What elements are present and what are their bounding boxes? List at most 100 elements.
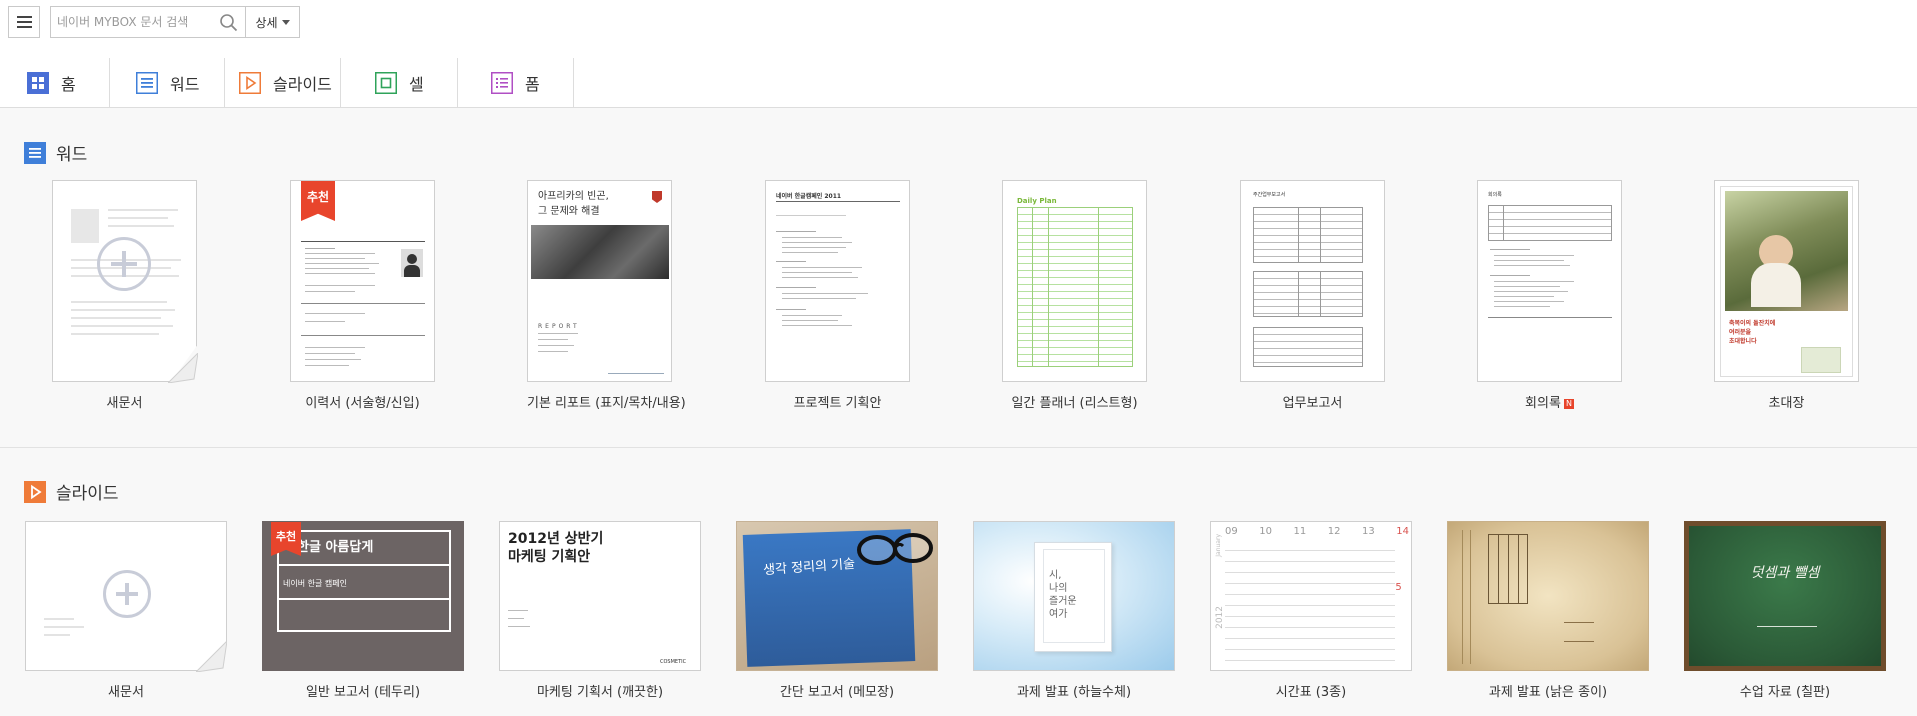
slide-template-sky[interactable]: 시, 나의 즐거운 여가 과제 발표 (하늘수체): [973, 521, 1175, 711]
template-label: 마케팅 기획서 (깨끗한): [536, 685, 664, 700]
tab-slide[interactable]: 슬라이드: [225, 58, 341, 107]
tab-form[interactable]: 폼: [458, 58, 574, 107]
template-label: 기본 리포트 (표지/목차/내용): [527, 396, 686, 411]
slide-template-report-border[interactable]: 한글 아름답게 네이버 한글 캠페인 추천 일반 보고서 (테두리): [262, 521, 464, 711]
search-input[interactable]: [57, 7, 207, 37]
report-table: [1253, 271, 1363, 317]
play-icon: [239, 71, 261, 94]
tab-label: 워드: [170, 74, 200, 94]
tab-label: 슬라이드: [273, 74, 332, 94]
document-icon: [136, 71, 158, 94]
plus-icon: [97, 237, 151, 291]
tab-label: 홈: [61, 74, 76, 94]
section-divider: [0, 447, 1917, 448]
menu-icon: [16, 16, 32, 18]
template-label: 이력서 (서술형/신입): [305, 396, 420, 411]
slide-template-chalkboard[interactable]: 덧셈과 뺄셈 수업 자료 (칠판): [1684, 521, 1886, 711]
word-template-invitation[interactable]: 축복이의 돌잔치에 여러분을 초대합니다 초대장: [1714, 180, 1859, 411]
thumb-title: 축복이의 돌잔치에 여러분을 초대합니다: [1729, 320, 1776, 345]
page-curl-icon: [196, 641, 227, 672]
template-label: 새문서: [108, 685, 144, 700]
thumb-title: 시, 나의 즐거운 여가: [1049, 570, 1077, 620]
plus-icon: [103, 570, 151, 618]
word-template-daily-planner[interactable]: Daily Plan 일간 플래너 (리스트형): [1002, 180, 1147, 411]
search-box: [50, 6, 246, 38]
hamburger-menu-button[interactable]: [8, 6, 40, 38]
minutes-table: [1488, 205, 1612, 241]
map-thumb: [1801, 347, 1841, 373]
word-template-new[interactable]: 새문서: [52, 180, 198, 411]
document-icon: [24, 141, 46, 164]
word-template-business-report[interactable]: 주간업무보고서 업무보고서: [1240, 180, 1385, 411]
thumb-subtitle: REPORT: [538, 323, 580, 330]
grid-icon: [27, 71, 49, 94]
top-bar: 상세: [0, 0, 1917, 44]
category-tabs: 홈 워드 슬라이드 셀 폼: [0, 58, 1917, 108]
slide-template-memo[interactable]: 생각 정리의 기술 간단 보고서 (메모장): [736, 521, 938, 711]
template-gallery: 워드 새문서 추천 이력서 (서술형/신입) 아프리카의 빈곤, 그 문제와 해…: [0, 108, 1917, 716]
slide-section-title: 슬라이드: [24, 479, 119, 504]
search-icon[interactable]: [219, 13, 239, 33]
template-label: 프로젝트 기획안: [793, 396, 882, 411]
tab-home[interactable]: 홈: [0, 58, 110, 107]
chevron-down-icon: [281, 19, 290, 25]
profile-photo: [401, 249, 423, 277]
tab-word[interactable]: 워드: [110, 58, 225, 107]
template-thumbnail: [52, 180, 197, 382]
slide-template-old-paper[interactable]: 과제 발표 (낡은 종이): [1447, 521, 1649, 711]
template-label: 간단 보고서 (메모장): [779, 685, 895, 700]
thumb-title: Daily Plan: [1017, 197, 1057, 205]
template-label: 과제 발표 (낡은 종이): [1488, 685, 1608, 700]
day-header: 09 10 11 12 13 14: [1225, 526, 1409, 537]
template-thumbnail: January 2012 09 10 11 12 13 14 15: [1210, 521, 1412, 671]
template-label: 새문서: [106, 396, 143, 411]
template-thumbnail: 2012년 상반기 마케팅 기획안 COSMETIC: [499, 521, 701, 671]
template-thumbnail: 생각 정리의 기술: [736, 521, 938, 671]
planner-grid: [1017, 207, 1133, 367]
template-label: 수업 자료 (칠판): [1739, 685, 1831, 700]
thumb-title: 덧셈과 뺄셈: [1750, 565, 1820, 581]
detail-label: 상세: [255, 15, 278, 30]
template-thumbnail: 회의록: [1477, 180, 1622, 382]
new-badge: N: [1563, 398, 1574, 409]
photo-placeholder: [71, 209, 99, 243]
template-thumbnail: 한글 아름답게 네이버 한글 캠페인 추천: [262, 521, 464, 671]
slide-template-new[interactable]: 새문서: [25, 521, 227, 711]
thumb-title: 2012년 상반기 마케팅 기획안: [508, 531, 604, 565]
thumb-title: 아프리카의 빈곤, 그 문제와 해결: [538, 191, 609, 217]
glasses-icon: [857, 533, 933, 565]
template-label: 회의록: [1525, 396, 1561, 411]
cell-icon: [375, 71, 397, 94]
template-thumbnail: 축복이의 돌잔치에 여러분을 초대합니다: [1714, 180, 1859, 382]
list-icon: [491, 71, 513, 94]
detail-search-button[interactable]: 상세: [246, 6, 300, 38]
template-thumbnail: 아프리카의 빈곤, 그 문제와 해결 REPORT: [527, 180, 672, 382]
thumb-subtitle: COSMETIC: [660, 659, 687, 665]
report-table: [1253, 327, 1363, 367]
shield-icon: [652, 191, 662, 203]
timetable-grid: [1225, 540, 1395, 664]
word-template-project-plan[interactable]: 네이버 한글캠페인 2011 프로젝트 기획안: [765, 180, 910, 411]
thumb-title: 회의록: [1488, 192, 1502, 198]
tab-cell[interactable]: 셀: [341, 58, 458, 107]
slide-template-marketing[interactable]: 2012년 상반기 마케팅 기획안 COSMETIC 마케팅 기획서 (깨끗한): [499, 521, 701, 711]
template-label: 일간 플래너 (리스트형): [1011, 396, 1138, 411]
thumb-title: 한글 아름답게: [297, 540, 374, 555]
word-template-meeting-minutes[interactable]: 회의록 회의록 N: [1477, 180, 1622, 411]
recommend-badge: 추천: [301, 181, 335, 221]
section-title-text: 워드: [56, 145, 88, 165]
template-label-wrap: 회의록 N: [1477, 392, 1622, 411]
template-label: 시간표 (3종): [1275, 685, 1347, 700]
template-thumbnail: 주간업무보고서: [1240, 180, 1385, 382]
word-section-title: 워드: [24, 140, 87, 165]
thumb-title: 주간업무보고서: [1253, 192, 1286, 198]
template-thumbnail: Daily Plan: [1002, 180, 1147, 382]
slide-template-timetable[interactable]: January 2012 09 10 11 12 13 14 15 시간표 (3…: [1210, 521, 1412, 711]
word-template-report[interactable]: 아프리카의 빈곤, 그 문제와 해결 REPORT 기본 리포트 (표지/목차/…: [527, 180, 686, 411]
template-thumbnail: 시, 나의 즐거운 여가: [973, 521, 1175, 671]
template-label: 과제 발표 (하늘수체): [1016, 685, 1132, 700]
report-table: [1253, 207, 1363, 263]
word-template-resume[interactable]: 추천 이력서 (서술형/신입): [290, 180, 435, 411]
report-photo: [531, 225, 669, 279]
thumb-month: January: [1215, 534, 1222, 557]
